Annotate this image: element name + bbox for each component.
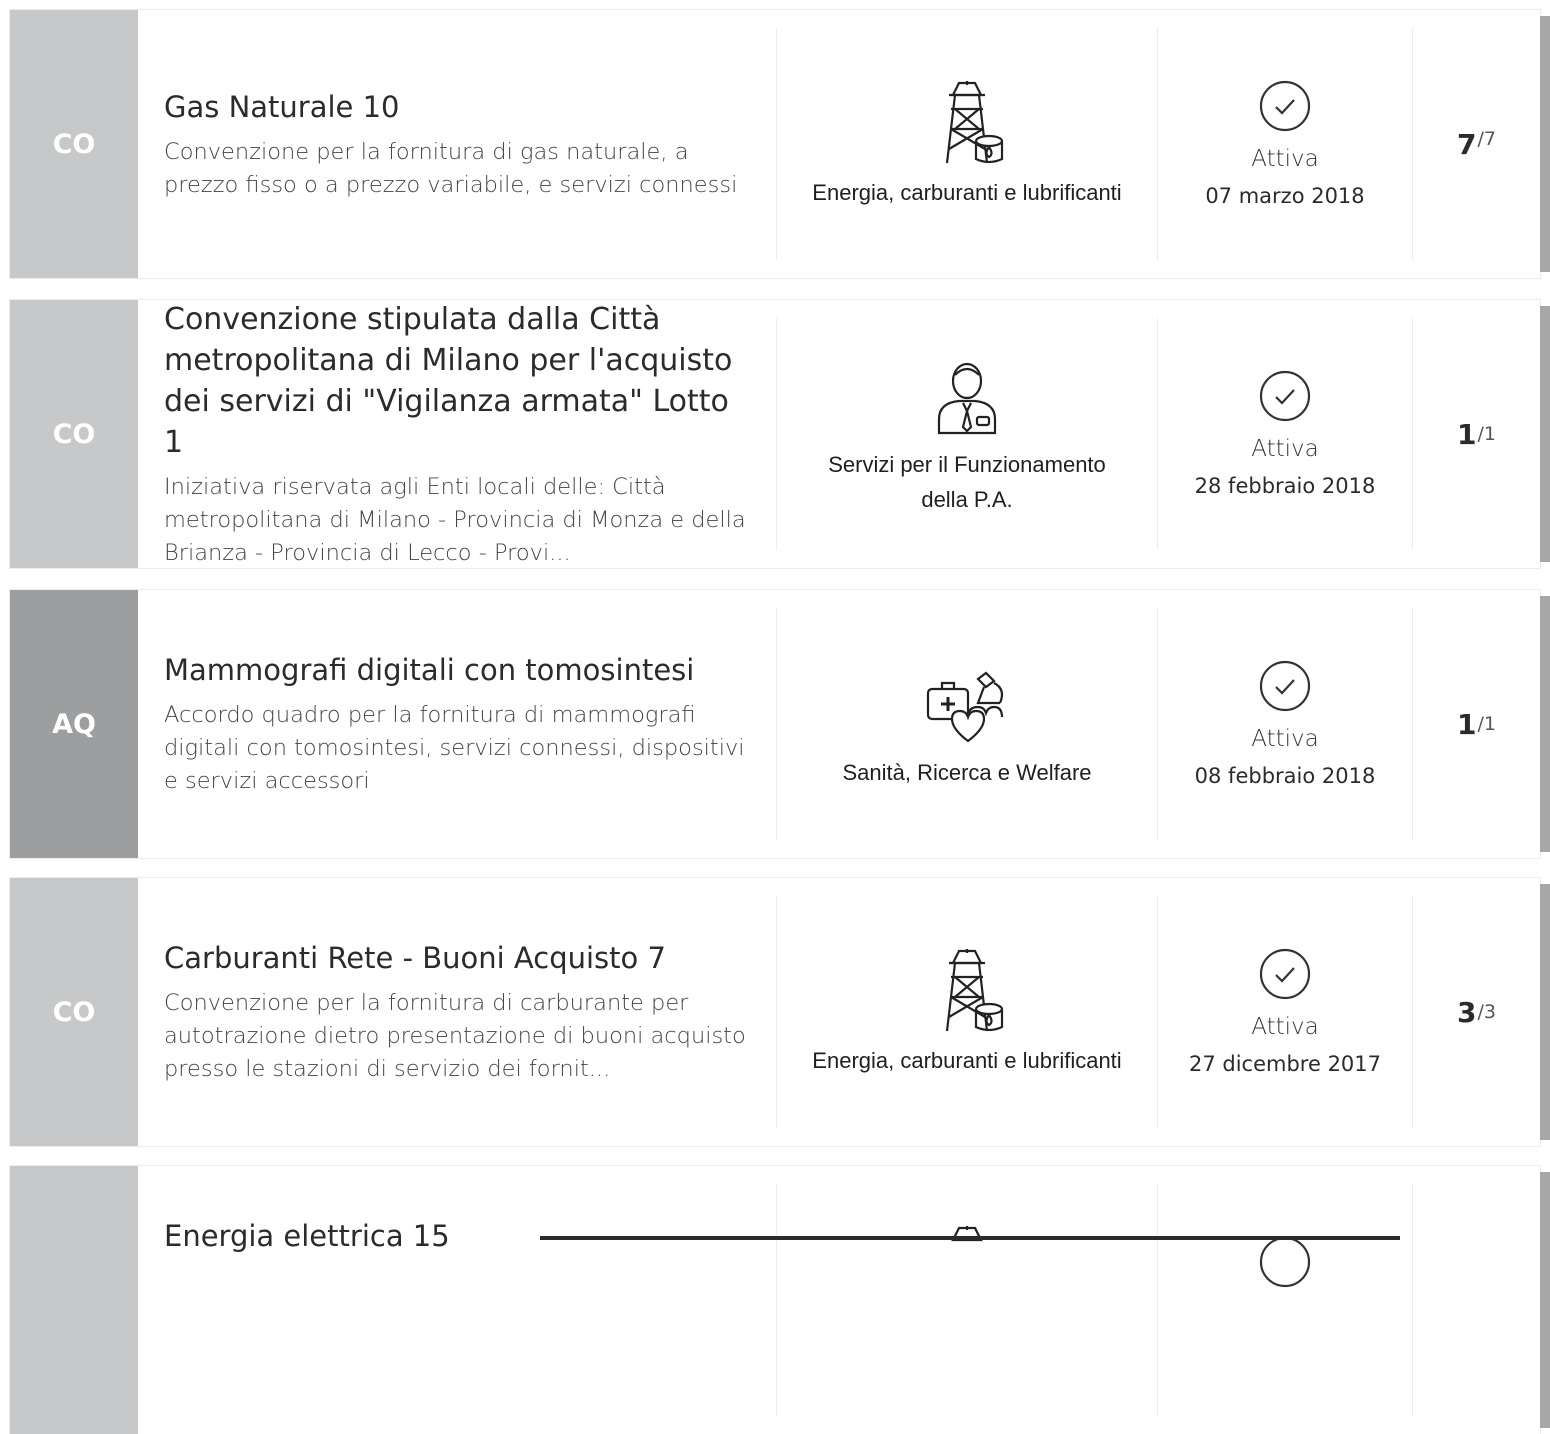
initiative-info: Carburanti Rete - Buoni Acquisto 7 Conve… [138, 878, 776, 1146]
officer-icon [937, 362, 997, 435]
status-label: Attiva [1251, 146, 1319, 172]
lot-count: 7/7 [1413, 10, 1540, 278]
status-date: 07 marzo 2018 [1205, 184, 1365, 208]
initiative-info: Convenzione stipulata dalla Città metrop… [138, 300, 776, 568]
initiative-row[interactable]: AQ Mammografi digitali con tomosintesi A… [10, 590, 1550, 858]
category-cell: Energia, carburanti e lubrificanti [776, 28, 1158, 260]
status-label: Attiva [1251, 436, 1319, 462]
category-label: Energia, carburanti e lubrificanti [812, 1047, 1122, 1073]
lot-count: 3/3 [1413, 878, 1540, 1146]
initiative-row[interactable]: CO Gas Naturale 10 Convenzione per la fo… [10, 10, 1550, 278]
category-cell: Servizi per il Funzionamento della P.A. [776, 318, 1158, 550]
category-cell [776, 1184, 1158, 1416]
check-circle-icon [1259, 80, 1311, 132]
category-label: Sanità, Ricerca e Welfare [842, 759, 1092, 785]
initiative-title[interactable]: Mammografi digitali con tomosintesi [164, 650, 750, 691]
lot-count-active: 1 [1457, 417, 1477, 451]
power-pylon-fuel-icon [945, 948, 1004, 1031]
status-cell: Attiva 28 febbraio 2018 [1158, 318, 1413, 550]
check-circle-icon [1259, 948, 1311, 1000]
scroll-indicator [540, 1236, 1400, 1240]
category-label: Servizi per il Funzionamento della P.A. [828, 452, 1106, 512]
status-label: Attiva [1251, 726, 1319, 752]
type-badge: CO [10, 878, 138, 1146]
initiative-description: Convenzione per la fornitura di carburan… [164, 990, 746, 1082]
lot-count-total: /1 [1477, 713, 1496, 735]
initiative-row[interactable]: Energia elettrica 15 [10, 1166, 1550, 1434]
lot-count-total: /7 [1477, 128, 1496, 150]
lot-count-active: 7 [1457, 128, 1477, 161]
status-cell: Attiva 27 dicembre 2017 [1158, 896, 1413, 1128]
category-cell: Sanità, Ricerca e Welfare [776, 608, 1158, 840]
type-badge: CO [10, 300, 138, 568]
lot-count [1413, 1166, 1540, 1434]
status-date: 28 febbraio 2018 [1194, 474, 1376, 498]
type-badge: AQ [10, 590, 138, 858]
medical-kit-heart-microscope-icon [926, 671, 1004, 742]
initiative-info: Energia elettrica 15 [138, 1166, 776, 1434]
initiative-info: Gas Naturale 10 Convenzione per la forni… [138, 10, 776, 278]
lot-count-total: /3 [1477, 1001, 1496, 1023]
status-date: 27 dicembre 2017 [1188, 1052, 1382, 1076]
status-date: 08 febbraio 2018 [1194, 764, 1376, 788]
initiative-row[interactable]: CO Convenzione stipulata dalla Città met… [10, 300, 1550, 568]
type-badge [10, 1166, 138, 1434]
check-circle-icon [1259, 660, 1311, 712]
type-badge: CO [10, 10, 138, 278]
power-pylon-fuel-icon [945, 80, 1004, 163]
status-cell [1158, 1184, 1413, 1416]
initiative-description: Iniziativa riservata agli Enti locali de… [164, 473, 746, 566]
initiative-info: Mammografi digitali con tomosintesi Acco… [138, 590, 776, 858]
initiative-row[interactable]: CO Carburanti Rete - Buoni Acquisto 7 Co… [10, 878, 1550, 1146]
lot-count: 1/1 [1413, 300, 1540, 568]
initiative-description: Accordo quadro per la fornitura di mammo… [164, 702, 745, 794]
check-circle-icon [1259, 1236, 1311, 1288]
status-label: Attiva [1251, 1014, 1319, 1040]
initiative-title[interactable]: Gas Naturale 10 [164, 87, 750, 128]
status-cell: Attiva 08 febbraio 2018 [1158, 608, 1413, 840]
check-circle-icon [1259, 370, 1311, 422]
lot-count-total: /1 [1477, 423, 1496, 445]
lot-count-active: 1 [1457, 707, 1477, 741]
initiative-description: Convenzione per la fornitura di gas natu… [164, 138, 738, 198]
initiative-title[interactable]: Carburanti Rete - Buoni Acquisto 7 [164, 938, 750, 979]
category-cell: Energia, carburanti e lubrificanti [776, 896, 1158, 1128]
lot-count: 1/1 [1413, 590, 1540, 858]
lot-count-active: 3 [1457, 995, 1477, 1029]
category-label: Energia, carburanti e lubrificanti [812, 179, 1122, 205]
initiative-title[interactable]: Convenzione stipulata dalla Città metrop… [164, 299, 750, 463]
status-cell: Attiva 07 marzo 2018 [1158, 28, 1413, 260]
